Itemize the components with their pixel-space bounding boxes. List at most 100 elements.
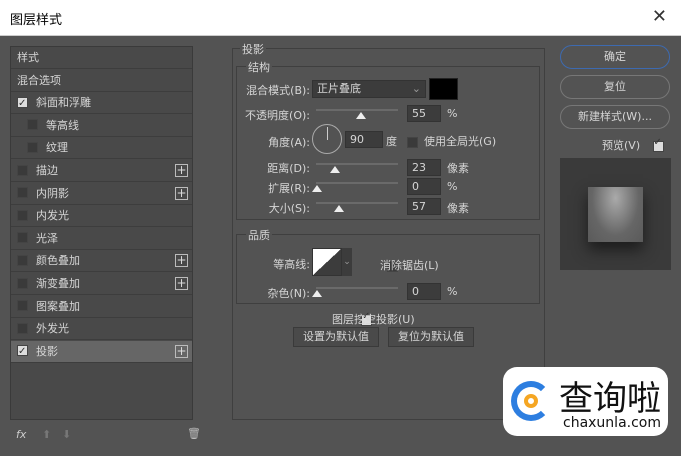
angle-dial[interactable] (312, 124, 342, 154)
style-item[interactable]: 样式 (11, 47, 192, 69)
opacity-unit: % (447, 107, 458, 120)
blend-mode-label: 混合模式(B): (246, 84, 310, 97)
noise-label: 杂色(N): (267, 287, 310, 300)
watermark-logo: 查询啦 chaxunla.com (503, 367, 668, 436)
distance-slider-thumb[interactable] (330, 166, 340, 173)
distance-input[interactable]: 23 (407, 159, 441, 176)
structure-title: 结构 (246, 59, 272, 75)
style-checkbox[interactable] (17, 232, 28, 244)
style-item[interactable]: 混合选项 (11, 70, 192, 92)
preview-square (588, 187, 643, 242)
angle-unit: 度 (386, 135, 397, 148)
opacity-slider[interactable] (316, 109, 398, 111)
size-slider-thumb[interactable] (334, 205, 344, 212)
noise-input[interactable]: 0 (407, 283, 441, 300)
style-checkbox[interactable] (17, 93, 28, 114)
opacity-input[interactable]: 55 (407, 105, 441, 122)
noise-slider-thumb[interactable] (312, 290, 322, 297)
add-icon[interactable]: + (175, 344, 188, 358)
style-item-label: 颜色叠加 (36, 254, 80, 268)
spread-input[interactable]: 0 (407, 178, 441, 195)
style-checkbox[interactable] (17, 164, 28, 176)
style-checkbox[interactable] (17, 209, 28, 221)
blend-mode-value: 正片叠底 (317, 82, 361, 95)
title-bar: 图层样式 (0, 0, 681, 36)
styles-list: 样式混合选项斜面和浮雕等高线纹理描边 + 内阴影 + 内发光光泽颜色叠加 + 渐变叠加 + 图案… (10, 46, 193, 420)
angle-label: 角度(A): (268, 136, 310, 149)
shadow-color-swatch[interactable] (429, 78, 458, 100)
spread-label: 扩展(R): (268, 182, 310, 195)
style-checkbox[interactable] (17, 254, 28, 266)
style-item-label: 外发光 (36, 322, 69, 336)
style-item-label: 内发光 (36, 209, 69, 223)
noise-unit: % (447, 285, 458, 298)
style-item-label: 纹理 (46, 141, 68, 155)
fx-button[interactable]: fx (16, 428, 26, 441)
opacity-slider-thumb[interactable] (356, 112, 366, 119)
style-item-label: 渐变叠加 (36, 277, 80, 290)
move-down-icon[interactable]: ⬇ (62, 428, 71, 441)
quality-title: 品质 (246, 227, 272, 243)
preview-thumbnail (560, 158, 671, 270)
style-item-label: 等高线 (46, 118, 79, 132)
watermark-url: chaxunla.com (563, 415, 661, 431)
angle-input[interactable]: 90 (345, 131, 383, 148)
add-icon[interactable]: + (175, 186, 188, 200)
style-checkbox[interactable] (17, 300, 28, 312)
style-item[interactable]: 渐变叠加 + (11, 273, 192, 295)
set-default-button[interactable]: 设置为默认值 (293, 327, 379, 347)
style-item-label: 斜面和浮雕 (36, 96, 91, 110)
style-item[interactable]: 光泽 (11, 228, 192, 250)
watermark-text: 查询啦 (559, 379, 661, 419)
contour-picker[interactable] (312, 248, 342, 276)
style-item[interactable]: 图案叠加 (11, 296, 192, 318)
style-item-label: 内阴影 (36, 186, 69, 200)
knockout-label: 图层挖空投影(U) (332, 313, 415, 326)
dialog-title: 图层样式 (10, 13, 63, 28)
style-item[interactable]: 斜面和浮雕 (11, 92, 192, 115)
style-checkbox[interactable] (17, 341, 28, 362)
add-icon[interactable]: + (175, 254, 188, 268)
move-up-icon[interactable]: ⬆ (42, 428, 51, 441)
watermark-q-icon (511, 381, 551, 421)
antialias-label: 消除锯齿(L) (380, 259, 439, 272)
style-item[interactable]: 等高线 (11, 115, 192, 137)
style-item[interactable]: 内阴影 + (11, 183, 192, 205)
style-item[interactable]: 内发光 (11, 205, 192, 228)
add-icon[interactable]: + (175, 164, 188, 177)
close-icon[interactable]: ✕ (652, 6, 667, 27)
distance-label: 距离(D): (267, 162, 310, 175)
spread-unit: % (447, 180, 458, 193)
distance-unit: 像素 (447, 162, 469, 175)
size-input[interactable]: 57 (407, 198, 441, 215)
reset-button[interactable]: 复位 (560, 75, 670, 99)
reset-default-button[interactable]: 复位为默认值 (388, 327, 474, 347)
spread-slider-thumb[interactable] (312, 185, 322, 192)
style-item[interactable]: 颜色叠加 + (11, 250, 192, 273)
style-item-label: 混合选项 (17, 73, 61, 87)
preview-label: 预览(V) (602, 139, 641, 152)
global-light-label: 使用全局光(G) (424, 135, 497, 148)
style-item-label: 投影 (36, 344, 58, 358)
ok-button[interactable]: 确定 (560, 45, 670, 69)
style-checkbox[interactable] (27, 119, 38, 131)
style-item[interactable]: 外发光 (11, 318, 192, 341)
add-icon[interactable]: + (175, 277, 188, 290)
opacity-label: 不透明度(O): (245, 109, 310, 122)
style-item[interactable]: 纹理 (11, 137, 192, 160)
style-item[interactable]: 投影 + (11, 340, 192, 363)
contour-dropdown-icon[interactable]: ⌄ (342, 248, 352, 276)
size-unit: 像素 (447, 202, 469, 215)
style-item[interactable]: 描边 + (11, 160, 192, 182)
style-checkbox[interactable] (17, 322, 28, 334)
size-label: 大小(S): (268, 202, 310, 215)
trash-icon[interactable]: 🗑 (187, 427, 201, 440)
blend-mode-select[interactable]: 正片叠底 ⌄ (312, 80, 426, 98)
section-title: 投影 (240, 41, 266, 57)
global-light-checkbox[interactable] (407, 136, 418, 148)
style-checkbox[interactable] (17, 187, 28, 199)
style-checkbox[interactable] (27, 141, 38, 153)
new-style-button[interactable]: 新建样式(W)... (560, 105, 670, 129)
style-checkbox[interactable] (17, 277, 28, 289)
preview-checkbox[interactable] (652, 137, 664, 152)
